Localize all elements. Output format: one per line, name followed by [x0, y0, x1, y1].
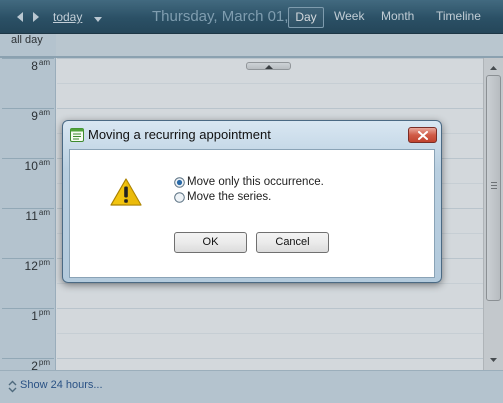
cancel-button[interactable]: Cancel — [256, 232, 329, 253]
dialog-title: Moving a recurring appointment — [88, 127, 271, 142]
ok-button[interactable]: OK — [174, 232, 247, 253]
close-icon — [418, 131, 428, 140]
radio-unselected-icon[interactable] — [174, 192, 185, 203]
close-button[interactable] — [408, 127, 437, 143]
recurring-appointment-dialog: Moving a recurring appointment Move only… — [62, 120, 442, 283]
radio-selected-icon[interactable] — [174, 177, 185, 188]
calendar-app-icon — [70, 128, 84, 142]
option-label: Move the series. — [187, 191, 272, 203]
dialog-body: Move only this occurrence. Move the seri… — [69, 149, 435, 278]
warning-icon — [109, 177, 143, 207]
option-label: Move only this occurrence. — [187, 176, 324, 188]
